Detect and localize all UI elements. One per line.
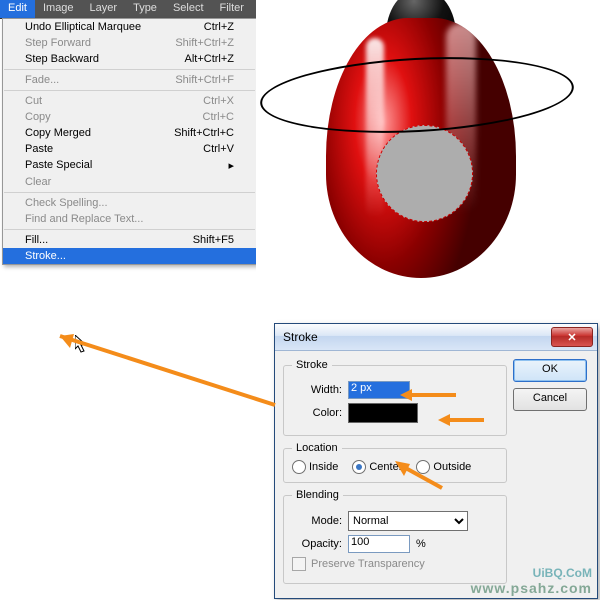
rocket-illustration [306, 0, 536, 280]
cancel-button[interactable]: Cancel [513, 388, 587, 411]
mode-label: Mode: [292, 515, 342, 527]
stroke-group: Stroke Width: 2 px Color: [283, 359, 507, 436]
watermark: www.psahz.com [471, 580, 592, 596]
location-legend: Location [292, 442, 342, 454]
menu-paste[interactable]: PasteCtrl+V [3, 141, 256, 157]
opacity-label: Opacity: [292, 538, 342, 550]
menubar-item-type[interactable]: Type [125, 0, 165, 18]
stroke-legend: Stroke [292, 359, 332, 371]
menubar-item-select[interactable]: Select [165, 0, 212, 18]
menu-paste-special[interactable]: Paste Special▸ [3, 157, 256, 174]
edit-menu: Undo Elliptical MarqueeCtrl+Z Step Forwa… [2, 18, 257, 265]
menu-separator [4, 90, 255, 91]
mode-select[interactable]: Normal [348, 511, 468, 531]
menu-copy: CopyCtrl+C [3, 109, 256, 125]
opacity-input[interactable]: 100 [348, 535, 410, 553]
menu-fill[interactable]: Fill...Shift+F5 [3, 232, 256, 248]
location-group: Location Inside Center Outside [283, 442, 507, 483]
menubar-item-layer[interactable]: Layer [82, 0, 126, 18]
stroke-dialog: Stroke ✕ Stroke Width: 2 px Color: Locat… [274, 323, 598, 599]
opacity-suffix: % [416, 538, 426, 550]
menu-copy-merged[interactable]: Copy MergedShift+Ctrl+C [3, 125, 256, 141]
color-label: Color: [292, 407, 342, 419]
width-input[interactable]: 2 px [348, 381, 410, 399]
menu-undo[interactable]: Undo Elliptical MarqueeCtrl+Z [3, 19, 256, 35]
menu-fade: Fade...Shift+Ctrl+F [3, 72, 256, 88]
menu-step-backward[interactable]: Step BackwardAlt+Ctrl+Z [3, 51, 256, 67]
dialog-titlebar[interactable]: Stroke ✕ [275, 324, 597, 351]
menubar-item-filter[interactable]: Filter [212, 0, 252, 18]
color-swatch[interactable] [348, 403, 418, 423]
rocket-window-selection [376, 125, 473, 222]
cursor-icon [75, 335, 89, 353]
menu-check-spelling: Check Spelling... [3, 195, 256, 211]
dialog-title: Stroke [279, 330, 551, 344]
width-label: Width: [292, 384, 342, 396]
preserve-label: Preserve Transparency [311, 558, 425, 570]
radio-outside[interactable]: Outside [416, 460, 471, 474]
menubar-item-edit[interactable]: Edit [0, 0, 35, 18]
menubar-item-image[interactable]: Image [35, 0, 82, 18]
menu-step-forward: Step ForwardShift+Ctrl+Z [3, 35, 256, 51]
preserve-checkbox[interactable] [292, 557, 306, 571]
close-button[interactable]: ✕ [551, 327, 593, 347]
watermark: UiBQ.CoM [533, 566, 592, 580]
menu-separator [4, 69, 255, 70]
menu-separator [4, 192, 255, 193]
menu-find-replace: Find and Replace Text... [3, 211, 256, 227]
blending-group: Blending Mode: Normal Opacity: 100 % Pre… [283, 489, 507, 584]
radio-inside[interactable]: Inside [292, 460, 338, 474]
ok-button[interactable]: OK [513, 359, 587, 382]
menu-clear: Clear [3, 174, 256, 190]
menu-cut: CutCtrl+X [3, 93, 256, 109]
radio-center[interactable]: Center [352, 460, 402, 474]
blending-legend: Blending [292, 489, 343, 501]
menu-stroke[interactable]: Stroke... [3, 248, 256, 264]
menu-separator [4, 229, 255, 230]
